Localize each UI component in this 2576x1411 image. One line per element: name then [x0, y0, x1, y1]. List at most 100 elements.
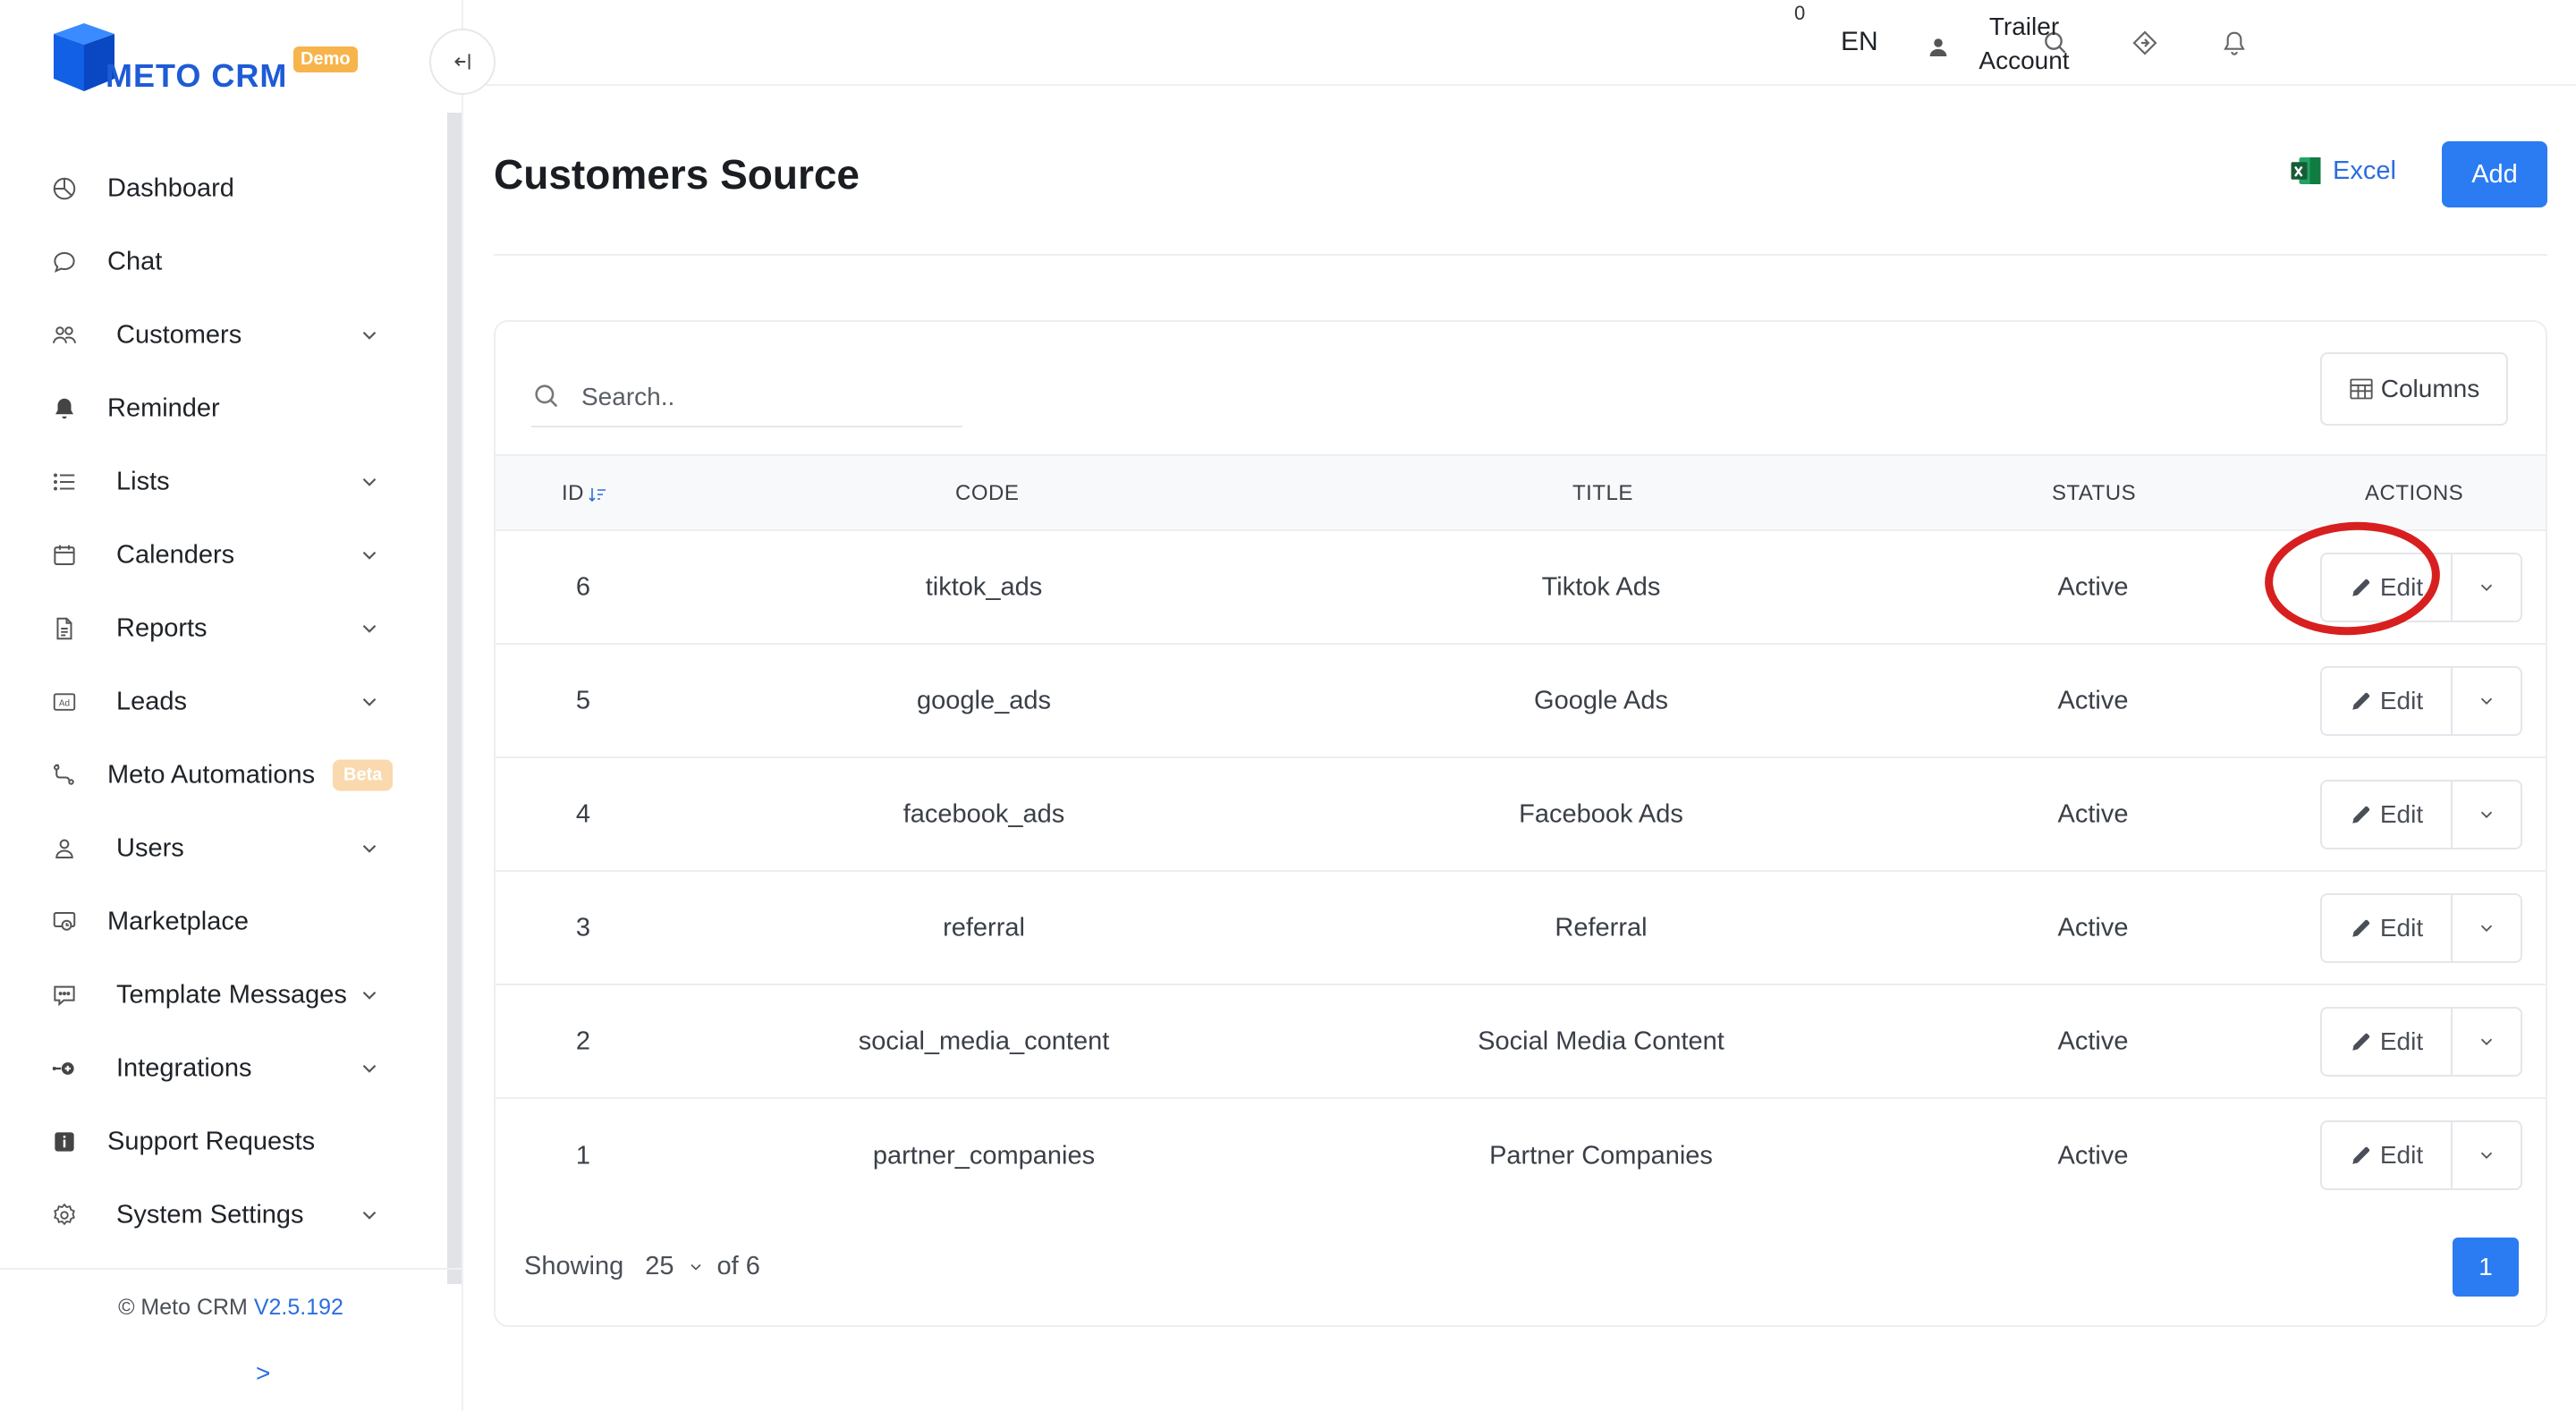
- cell-code: google_ads: [917, 686, 1051, 714]
- cell-status: Active: [2057, 913, 2129, 942]
- column-header-actions: ACTIONS: [2365, 481, 2464, 505]
- collapse-sidebar-button[interactable]: [429, 29, 496, 95]
- cell-title: Social Media Content: [1478, 1027, 1724, 1055]
- cell-id: 2: [575, 1027, 591, 1055]
- cell-title: Partner Companies: [1489, 1141, 1713, 1170]
- chevron-down-icon: [362, 1064, 377, 1073]
- edit-button[interactable]: Edit: [2322, 782, 2453, 848]
- row-actions: Edit: [2320, 780, 2522, 849]
- sidebar-item-leads[interactable]: Ad Leads: [0, 665, 429, 739]
- sidebar-item-users[interactable]: Users: [0, 812, 429, 885]
- columns-button[interactable]: Columns: [2320, 352, 2508, 426]
- gear-icon: [50, 1201, 79, 1229]
- sidebar-item-dashboard[interactable]: Dashboard: [0, 152, 429, 225]
- users-group-icon: [50, 321, 79, 350]
- row-actions-dropdown-button[interactable]: [2453, 668, 2521, 734]
- table-row: 3 referral Referral Active Edit: [496, 872, 2546, 985]
- edit-button[interactable]: Edit: [2322, 668, 2453, 734]
- pencil-icon: [2352, 1146, 2369, 1164]
- chevron-down-icon: [2480, 1152, 2493, 1160]
- row-actions-dropdown-button[interactable]: [2453, 554, 2521, 621]
- divider: [494, 254, 2547, 256]
- sidebar-nav: Dashboard Chat Customers Reminder Lists …: [0, 152, 429, 1252]
- cell-code: referral: [943, 913, 1025, 942]
- row-actions-dropdown-button[interactable]: [2453, 895, 2521, 961]
- sidebar-item-system-settings[interactable]: System Settings: [0, 1179, 429, 1252]
- sidebar-item-label: Users: [116, 833, 184, 863]
- column-header-status[interactable]: STATUS: [2052, 481, 2136, 506]
- row-actions-dropdown-button[interactable]: [2453, 782, 2521, 848]
- language-switcher[interactable]: EN: [1841, 27, 1878, 57]
- column-header-id[interactable]: ID: [562, 481, 607, 506]
- chevron-down-icon[interactable]: [687, 1258, 705, 1276]
- excel-label: Excel: [2333, 156, 2396, 185]
- edit-button[interactable]: Edit: [2322, 554, 2453, 621]
- table-row: 4 facebook_ads Facebook Ads Active Edit: [496, 758, 2546, 872]
- chevron-down-icon: [2480, 1038, 2493, 1046]
- column-header-code[interactable]: CODE: [955, 481, 1019, 506]
- table-row: 2 social_media_content Social Media Conten…: [496, 985, 2546, 1099]
- sidebar-item-label: Chat: [107, 247, 163, 276]
- edit-label: Edit: [2379, 914, 2424, 942]
- edit-label: Edit: [2379, 1141, 2424, 1169]
- customers-source-table-card: Columns ID CODE TITLE STATUS ACTIONS 6 ti…: [494, 320, 2547, 1327]
- sidebar-item-meto-automations[interactable]: Meto Automations Beta: [0, 739, 429, 812]
- expand-sidebar-link[interactable]: >: [256, 1359, 270, 1388]
- diamond-icon[interactable]: [2129, 27, 2161, 59]
- sidebar-item-label: Meto Automations: [107, 760, 316, 790]
- chevron-down-icon: [362, 477, 377, 486]
- account-name-line1: Trailer: [1988, 13, 2060, 40]
- sidebar-item-calenders[interactable]: Calenders: [0, 519, 429, 592]
- svg-text:Ad: Ad: [59, 698, 70, 708]
- chevron-down-icon: [362, 697, 377, 706]
- cell-code: facebook_ads: [902, 799, 1065, 828]
- sidebar-item-marketplace[interactable]: Marketplace: [0, 885, 429, 959]
- sidebar-item-support-requests[interactable]: Support Requests: [0, 1105, 429, 1179]
- excel-icon: [2291, 157, 2321, 184]
- add-button[interactable]: Add: [2442, 141, 2547, 207]
- notification-count: 0: [1794, 2, 1806, 24]
- integrations-icon: [50, 1054, 79, 1083]
- automation-icon: [50, 761, 79, 790]
- total-count: of 6: [716, 1252, 760, 1280]
- template-message-icon: [50, 981, 79, 1010]
- page-size-select[interactable]: 25: [645, 1252, 674, 1281]
- sidebar-item-lists[interactable]: Lists: [0, 445, 429, 519]
- pencil-icon: [2352, 692, 2369, 710]
- search-input[interactable]: [581, 377, 957, 417]
- sidebar-item-reminder[interactable]: Reminder: [0, 372, 429, 445]
- sidebar-item-template-messages[interactable]: Template Messages: [0, 959, 429, 1032]
- notification-bell-icon[interactable]: [2218, 27, 2250, 59]
- row-actions-dropdown-button[interactable]: [2453, 1122, 2521, 1188]
- sidebar-item-reports[interactable]: Reports: [0, 592, 429, 665]
- app-logo[interactable]: METO CRM Demo: [48, 21, 370, 97]
- cell-id: 5: [575, 686, 591, 714]
- page-button-current[interactable]: 1: [2453, 1238, 2519, 1297]
- sidebar-item-label: Lists: [116, 467, 170, 496]
- search-icon: [535, 384, 558, 408]
- cell-id: 4: [575, 799, 591, 828]
- dashboard-icon: [50, 174, 79, 203]
- edit-button[interactable]: Edit: [2322, 1122, 2453, 1188]
- chevron-down-icon: [362, 331, 377, 340]
- sidebar-item-integrations[interactable]: Integrations: [0, 1032, 429, 1105]
- cell-status: Active: [2057, 799, 2129, 828]
- version-link[interactable]: V2.5.192: [254, 1295, 343, 1320]
- excel-export-button[interactable]: Excel: [2290, 156, 2396, 186]
- table-header: ID CODE TITLE STATUS ACTIONS: [496, 454, 2546, 531]
- user-icon: [1929, 38, 1947, 56]
- cell-title: Facebook Ads: [1519, 799, 1683, 828]
- list-icon: [50, 468, 79, 496]
- row-actions-dropdown-button[interactable]: [2453, 1009, 2521, 1075]
- column-header-title[interactable]: TITLE: [1572, 481, 1633, 506]
- sidebar-item-chat[interactable]: Chat: [0, 225, 429, 299]
- pagination-info: Showing 25 of 6: [524, 1252, 760, 1281]
- sidebar-item-customers[interactable]: Customers: [0, 299, 429, 372]
- edit-button[interactable]: Edit: [2322, 1009, 2453, 1075]
- sidebar: METO CRM Demo Dashboard Chat Customers R…: [0, 0, 463, 1411]
- edit-button[interactable]: Edit: [2322, 895, 2453, 961]
- cell-code: tiktok_ads: [925, 572, 1043, 601]
- cell-title: Google Ads: [1534, 686, 1668, 714]
- chevron-down-icon: [362, 624, 377, 633]
- sidebar-scrollbar[interactable]: [447, 113, 462, 1284]
